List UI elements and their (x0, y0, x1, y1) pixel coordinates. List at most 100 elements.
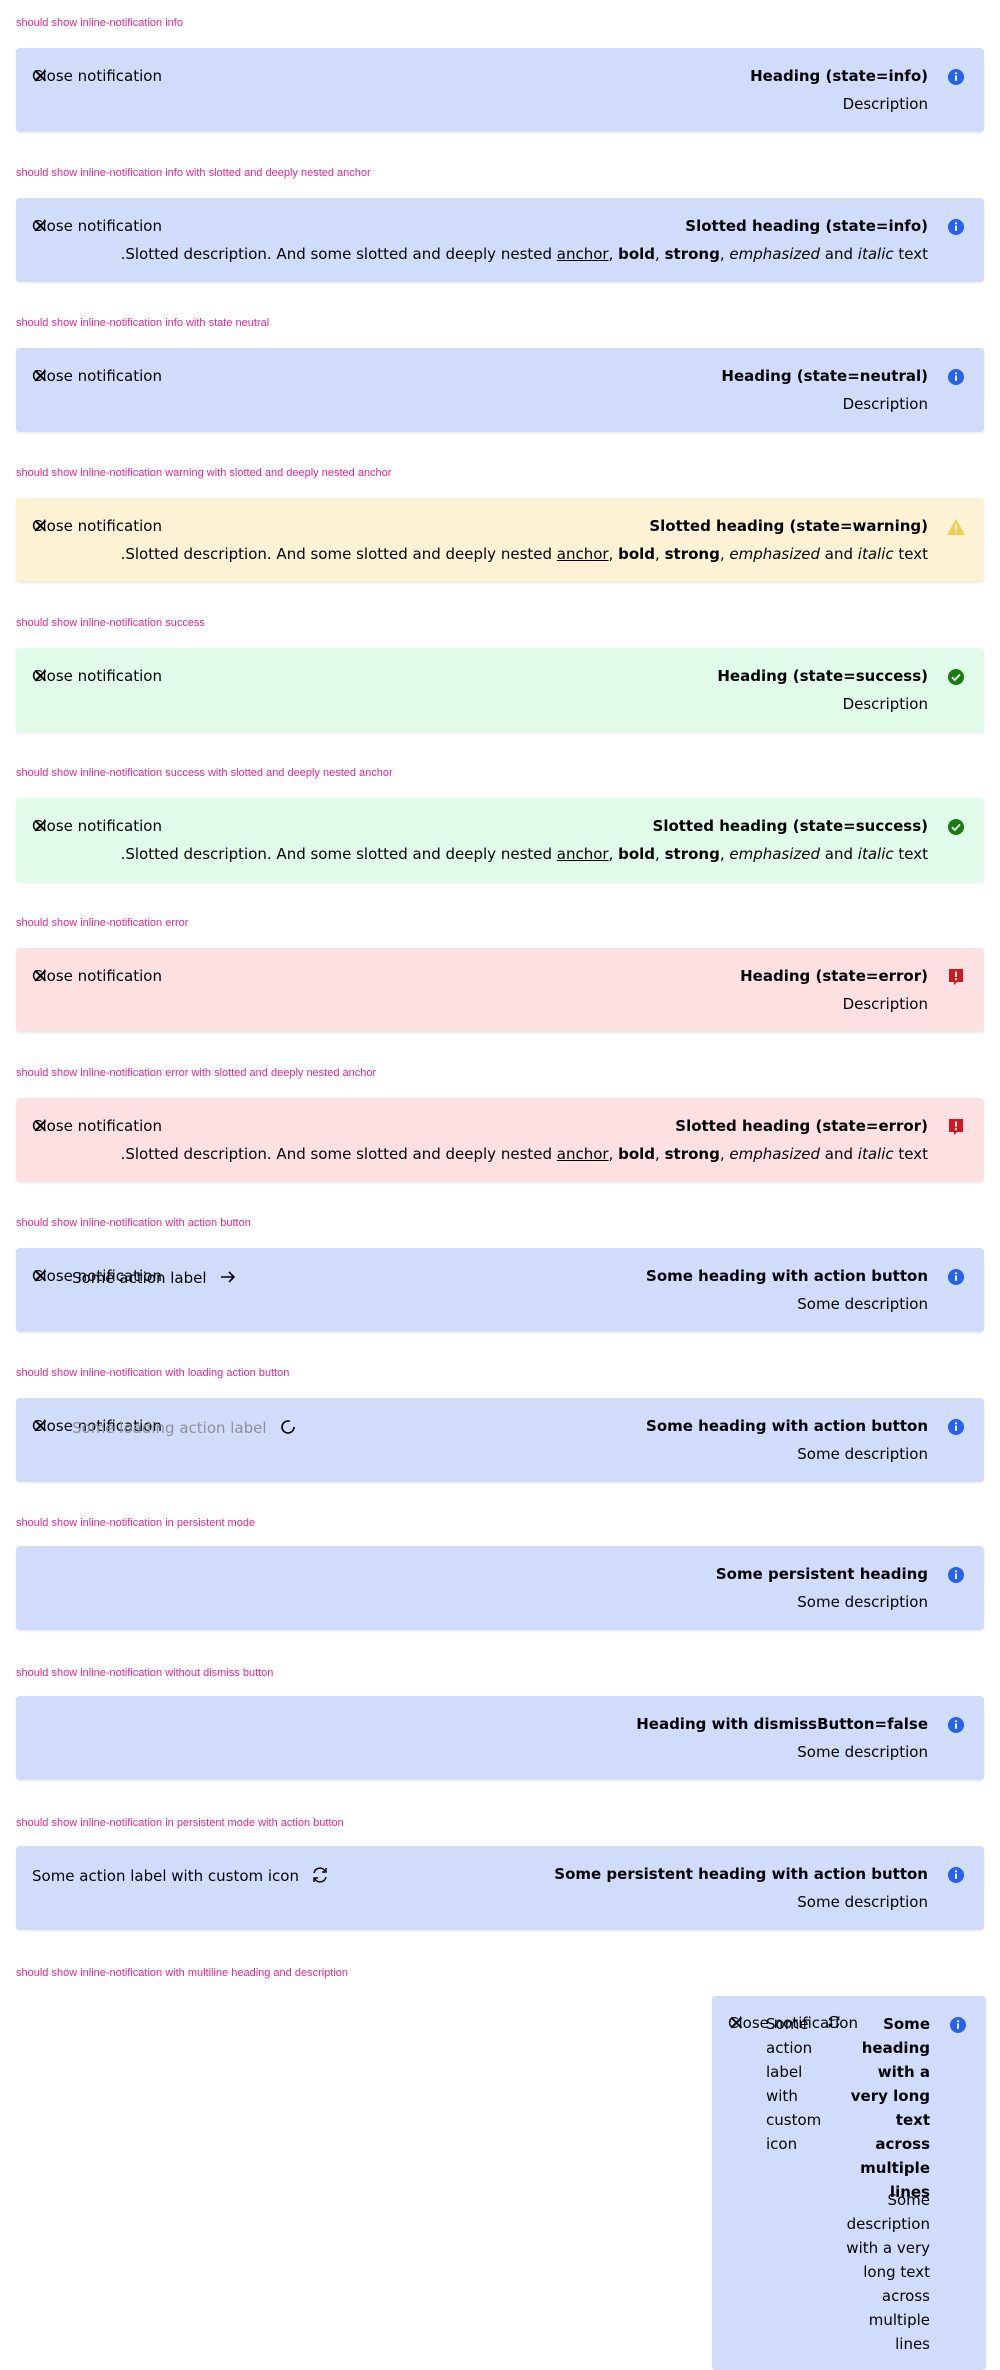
slotted-description: .Slotted description. And some slotted a… (120, 1145, 928, 1163)
inline-notification-success: ✕ Close notification Heading (state=succ… (16, 648, 984, 732)
notification-description: Some description (797, 1743, 928, 1761)
information-icon (948, 1717, 964, 1733)
inline-notification-persistent: Some persistent heading Some description (16, 1546, 984, 1630)
section-label: should show inline-notification without … (16, 1667, 274, 1679)
notification-description: Some description with a very long text a… (846, 2191, 930, 2353)
section-label: should show inline-notification error wi… (16, 1067, 377, 1079)
inline-notification-info: ✕ Close notification Heading (state=info… (16, 48, 984, 132)
information-icon (948, 1567, 964, 1583)
action-button-label: Some action label with custom icon (766, 2015, 822, 2153)
close-button[interactable]: ✕ Close notification (32, 816, 162, 837)
close-button[interactable]: ✕ Close notification (32, 966, 162, 987)
close-button-label: Close notification (32, 1117, 162, 1135)
section-label: should show inline-notification with loa… (16, 1367, 290, 1379)
reset-icon (313, 1867, 327, 1883)
section-label: should show inline-notification info (16, 17, 183, 29)
loading-action-button[interactable]: Some loading action label (72, 1417, 298, 1437)
notification-heading: Some persistent heading with action butt… (554, 1865, 928, 1883)
notification-heading: Some persistent heading (715, 1565, 928, 1583)
close-button-label: Close notification (32, 667, 162, 685)
inline-notification-success-slotted: ✕ Close notification Slotted heading (st… (16, 798, 984, 882)
information-icon (948, 219, 964, 235)
inline-notification-multiline: ✕ Close notification Some action label w… (712, 1996, 986, 2370)
close-button-label: Close notification (32, 367, 162, 385)
nested-anchor[interactable]: anchor (557, 545, 609, 563)
inline-notification-loading-action: ✕ Close notification Some loading action… (16, 1398, 984, 1482)
notification-heading: Slotted heading (state=warning) (649, 517, 928, 535)
notification-description: Description (842, 695, 928, 713)
notification-description: Some description (797, 1295, 928, 1313)
section-label: should show inline-notification with act… (16, 1217, 251, 1229)
inline-notification-persistent-action: Some action label with custom icon Some … (16, 1846, 984, 1930)
error-icon (949, 969, 963, 985)
nested-anchor[interactable]: anchor (557, 245, 609, 263)
close-button[interactable]: ✕ Close notification (32, 1116, 162, 1137)
inline-notification-error-slotted: ✕ Close notification Slotted heading (st… (16, 1098, 984, 1182)
action-button-label: Some action label with custom icon (32, 1867, 299, 1885)
close-button-label: Close notification (32, 817, 162, 835)
notification-heading: Heading (state=error) (740, 967, 928, 985)
close-button[interactable]: ✕ Close notification (32, 216, 162, 237)
close-button-label: Close notification (32, 517, 162, 535)
notification-heading: Heading (state=success) (717, 667, 928, 685)
notification-heading: Slotted heading (state=info) (685, 217, 928, 235)
success-icon (948, 819, 964, 835)
close-button-label: Close notification (32, 67, 162, 85)
notification-heading: Some heading with a very long text acros… (850, 2015, 930, 2201)
notification-heading: Slotted heading (state=success) (652, 817, 928, 835)
warning-icon (947, 519, 965, 535)
notification-description: Some description (797, 1593, 928, 1611)
notification-heading: Some heading with action button (646, 1417, 928, 1435)
nested-anchor[interactable]: anchor (557, 845, 609, 863)
page: should show inline-notification info ✕ C… (0, 0, 1000, 2370)
inline-notification-warning: ✕ Close notification Slotted heading (st… (16, 498, 984, 582)
close-button-label: Close notification (32, 217, 162, 235)
notification-heading: Some heading with action button (646, 1267, 928, 1285)
inline-notification-neutral: ✕ Close notification Heading (state=neut… (16, 348, 984, 432)
section-label: should show inline-notification info wit… (16, 167, 371, 179)
inline-notification-action: ✕ Close notification Some action label S… (16, 1248, 984, 1332)
notification-heading: Heading (state=info) (750, 67, 928, 85)
notification-heading: Heading (state=neutral) (721, 367, 928, 385)
notification-description: Some description (797, 1445, 928, 1463)
close-button[interactable]: ✕ Close notification (32, 516, 162, 537)
close-button-label: Close notification (32, 967, 162, 985)
close-button[interactable]: ✕ Close notification (32, 666, 162, 687)
section-label: should show inline-notification error (16, 917, 189, 929)
slotted-description: .Slotted description. And some slotted a… (120, 245, 928, 263)
notification-description: Some description (797, 1893, 928, 1911)
action-button-label: Some loading action label (72, 1419, 267, 1437)
section-label: should show inline-notification success (16, 617, 205, 629)
nested-anchor[interactable]: anchor (557, 1145, 609, 1163)
success-icon (948, 669, 964, 685)
notification-description: Description (842, 395, 928, 413)
notification-description: Description (842, 995, 928, 1013)
information-icon (948, 369, 964, 385)
slotted-description: .Slotted description. And some slotted a… (120, 845, 928, 863)
section-label: should show inline-notification in persi… (16, 1517, 256, 1529)
information-icon (948, 1867, 964, 1883)
information-icon (948, 1269, 964, 1285)
notification-description: Description (842, 95, 928, 113)
notification-heading: Slotted heading (state=error) (675, 1117, 928, 1135)
notification-heading: Heading with dismissButton=false (636, 1715, 928, 1733)
action-button[interactable]: Some action label with custom icon (766, 2012, 840, 2156)
section-label: should show inline-notification in persi… (16, 1817, 344, 1829)
action-button[interactable]: Some action label (72, 1267, 238, 1287)
information-icon (948, 69, 964, 85)
action-button[interactable]: Some action label with custom icon (32, 1865, 330, 1885)
information-icon (948, 1419, 964, 1435)
section-label: should show inline-notification with mul… (16, 1967, 349, 1979)
spinner-icon (280, 1420, 295, 1434)
action-button-label: Some action label (72, 1269, 207, 1287)
close-button[interactable]: ✕ Close notification (32, 66, 162, 87)
section-label: should show inline-notification warning … (16, 467, 392, 479)
close-button[interactable]: ✕ Close notification (32, 366, 162, 387)
slotted-description: .Slotted description. And some slotted a… (120, 545, 928, 563)
arrow-right-icon (220, 1271, 235, 1283)
section-label: should show inline-notification info wit… (16, 317, 270, 329)
error-icon (949, 1119, 963, 1135)
inline-notification-no-dismiss: Heading with dismissButton=false Some de… (16, 1696, 984, 1780)
inline-notification-error: ✕ Close notification Heading (state=erro… (16, 948, 984, 1032)
information-icon (950, 2017, 966, 2033)
